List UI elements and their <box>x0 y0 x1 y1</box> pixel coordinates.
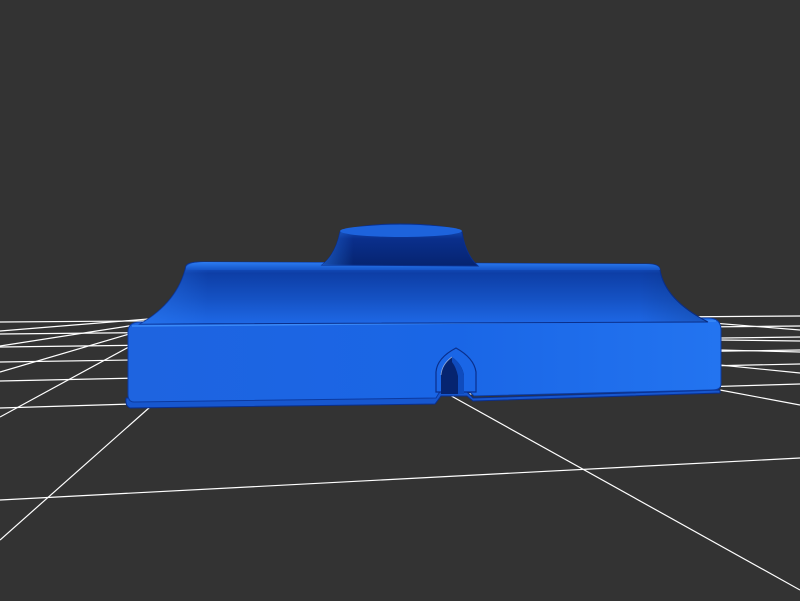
top-boss-cap <box>340 225 462 237</box>
scene-canvas[interactable] <box>0 0 800 601</box>
3d-model[interactable] <box>125 223 722 409</box>
base-plate <box>127 317 722 403</box>
main-body-shade <box>140 262 708 324</box>
3d-viewport[interactable] <box>0 0 800 601</box>
